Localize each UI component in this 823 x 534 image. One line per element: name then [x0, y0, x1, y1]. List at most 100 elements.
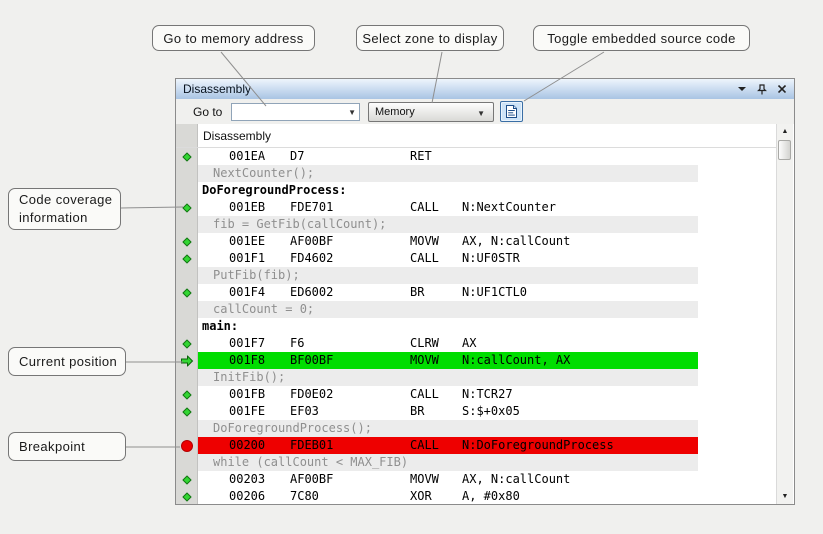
goto-address-combobox[interactable]: ▼ [231, 103, 360, 121]
row-body[interactable]: 001F7F6CLRWAX [198, 335, 776, 352]
zone-chevron-down-icon[interactable]: ▼ [477, 109, 485, 118]
goto-address-input[interactable] [233, 105, 345, 121]
disasm-label-row[interactable]: DoForegroundProcess: [176, 182, 776, 199]
operand-cell: AX, N:callCount [462, 234, 570, 248]
row-body[interactable]: 001EEAF00BFMOVWAX, N:callCount [198, 233, 776, 250]
row-gutter-cell[interactable] [176, 284, 198, 301]
row-gutter-cell[interactable] [176, 199, 198, 216]
disasm-instruction-row[interactable]: 001EEAF00BFMOVWAX, N:callCount [176, 233, 776, 250]
row-body[interactable]: 002067C80XORA, #0x80 [198, 488, 776, 504]
embedded-source-row[interactable]: callCount = 0; [176, 301, 776, 318]
operand-cell: N:callCount, AX [462, 353, 570, 367]
disassembly-window: Disassembly Go to ▼ Memory ▼ [175, 78, 795, 505]
row-body[interactable]: DoForegroundProcess(); [198, 420, 776, 437]
scroll-down-icon[interactable]: ▼ [778, 490, 792, 503]
disasm-instruction-row[interactable]: 002067C80XORA, #0x80 [176, 488, 776, 504]
vertical-scrollbar[interactable]: ▲ ▼ [776, 124, 793, 504]
disassembly-titlebar[interactable]: Disassembly [176, 79, 794, 100]
row-body[interactable]: 00200FDEB01CALLN:DoForegroundProcess [198, 437, 776, 454]
disassembly-list-header: Disassembly [176, 124, 776, 148]
disasm-instruction-row[interactable]: 00200FDEB01CALLN:DoForegroundProcess [176, 437, 776, 454]
row-body[interactable]: InitFib(); [198, 369, 776, 386]
row-body[interactable]: while (callCount < MAX_FIB) [198, 454, 776, 471]
row-gutter-cell[interactable] [176, 352, 198, 369]
row-gutter-cell[interactable] [176, 335, 198, 352]
disasm-instruction-row[interactable]: 001EAD7RET [176, 148, 776, 165]
opcode-cell: AF00BF [290, 472, 333, 486]
disasm-instruction-row[interactable]: 00203AF00BFMOVWAX, N:callCount [176, 471, 776, 488]
zone-selected-value: Memory [375, 106, 415, 118]
code-coverage-diamond-icon [183, 152, 192, 161]
operand-cell: N:DoForegroundProcess [462, 438, 614, 452]
embedded-source-row[interactable]: NextCounter(); [176, 165, 776, 182]
row-gutter-cell[interactable] [176, 233, 198, 250]
mnemonic-cell: MOVW [410, 472, 439, 486]
address-cell: 001EB [229, 200, 265, 214]
disasm-instruction-row[interactable]: 001FBFD0E02CALLN:TCR27 [176, 386, 776, 403]
row-gutter-cell[interactable] [176, 250, 198, 267]
window-menu-chevron-down-icon[interactable] [734, 82, 750, 96]
row-gutter-cell[interactable] [176, 420, 198, 437]
row-body[interactable]: 00203AF00BFMOVWAX, N:callCount [198, 471, 776, 488]
close-icon[interactable] [774, 82, 790, 96]
row-gutter-cell[interactable] [176, 182, 198, 199]
pin-icon[interactable] [754, 82, 770, 96]
row-body[interactable]: callCount = 0; [198, 301, 776, 318]
disasm-label-row[interactable]: main: [176, 318, 776, 335]
combo-chevron-down-icon[interactable]: ▼ [348, 108, 356, 117]
row-gutter-cell[interactable] [176, 148, 198, 165]
callout-current-position: Current position [8, 347, 126, 376]
embedded-source-row[interactable]: DoForegroundProcess(); [176, 420, 776, 437]
row-body[interactable]: 001FBFD0E02CALLN:TCR27 [198, 386, 776, 403]
row-body[interactable]: 001EAD7RET [198, 148, 776, 165]
mnemonic-cell: BR [410, 404, 424, 418]
row-body[interactable]: PutFib(fib); [198, 267, 776, 284]
row-gutter-cell[interactable] [176, 488, 198, 504]
embedded-source-row[interactable]: while (callCount < MAX_FIB) [176, 454, 776, 471]
opcode-cell: F6 [290, 336, 304, 350]
embedded-source-row[interactable]: PutFib(fib); [176, 267, 776, 284]
scrollbar-thumb[interactable] [778, 140, 791, 160]
embedded-source-row[interactable]: fib = GetFib(callCount); [176, 216, 776, 233]
row-body[interactable]: 001F1FD4602CALLN:UF0STR [198, 250, 776, 267]
row-body[interactable]: 001EBFDE701CALLN:NextCounter [198, 199, 776, 216]
mnemonic-cell: CALL [410, 387, 439, 401]
row-gutter-cell[interactable] [176, 454, 198, 471]
address-cell: 001F8 [229, 353, 265, 367]
disasm-instruction-row[interactable]: 001F1FD4602CALLN:UF0STR [176, 250, 776, 267]
row-gutter-cell[interactable] [176, 318, 198, 335]
row-body[interactable]: DoForegroundProcess: [198, 182, 776, 199]
opcode-cell: FDEB01 [290, 438, 333, 452]
code-coverage-diamond-icon [183, 203, 192, 212]
row-body[interactable]: 001FEEF03BRS:$+0x05 [198, 403, 776, 420]
row-gutter-cell[interactable] [176, 301, 198, 318]
row-gutter-cell[interactable] [176, 165, 198, 182]
source-text: NextCounter(); [213, 166, 314, 180]
row-body[interactable]: fib = GetFib(callCount); [198, 216, 776, 233]
row-gutter-cell[interactable] [176, 216, 198, 233]
row-gutter-cell[interactable] [176, 403, 198, 420]
row-gutter-cell[interactable] [176, 471, 198, 488]
source-text: while (callCount < MAX_FIB) [213, 455, 408, 469]
code-coverage-diamond-icon [183, 390, 192, 399]
zone-select-dropdown[interactable]: Memory ▼ [368, 102, 494, 122]
disasm-instruction-row[interactable]: 001F4ED6002BRN:UF1CTL0 [176, 284, 776, 301]
row-gutter-cell[interactable] [176, 386, 198, 403]
row-gutter-cell[interactable] [176, 369, 198, 386]
opcode-cell: BF00BF [290, 353, 333, 367]
toggle-embedded-source-button[interactable] [500, 101, 523, 122]
disasm-instruction-row[interactable]: 001EBFDE701CALLN:NextCounter [176, 199, 776, 216]
disasm-instruction-row[interactable]: 001F7F6CLRWAX [176, 335, 776, 352]
embedded-source-row[interactable]: InitFib(); [176, 369, 776, 386]
row-gutter-cell[interactable] [176, 267, 198, 284]
opcode-cell: FD0E02 [290, 387, 333, 401]
row-body[interactable]: 001F8BF00BFMOVWN:callCount, AX [198, 352, 776, 369]
row-gutter-cell[interactable] [176, 437, 198, 454]
row-body[interactable]: main: [198, 318, 776, 335]
row-body[interactable]: 001F4ED6002BRN:UF1CTL0 [198, 284, 776, 301]
row-body[interactable]: NextCounter(); [198, 165, 776, 182]
code-coverage-diamond-icon [183, 475, 192, 484]
disasm-instruction-row[interactable]: 001FEEF03BRS:$+0x05 [176, 403, 776, 420]
disasm-instruction-row[interactable]: 001F8BF00BFMOVWN:callCount, AX [176, 352, 776, 369]
scroll-up-icon[interactable]: ▲ [778, 125, 792, 138]
